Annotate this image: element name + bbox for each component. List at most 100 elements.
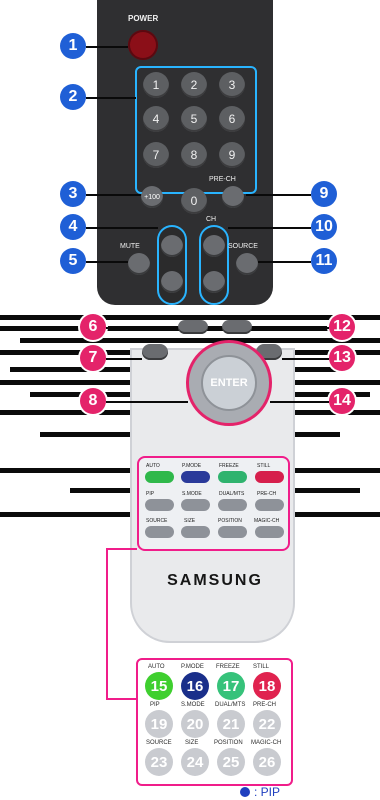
callout-5: 5 [60,248,86,274]
plus-100-button[interactable]: +100 [141,186,163,208]
plus-100-label: +100 [144,193,160,201]
prech-mini-button[interactable] [255,499,284,511]
channel-up-button[interactable] [203,235,225,257]
legend-cap-smode: S.MODE [181,702,205,708]
magicch-button[interactable] [255,526,284,538]
callout-14: 14 [329,388,355,414]
menu-button[interactable] [178,320,208,334]
callout-7: 7 [80,345,106,371]
legend-num-26: 26 [253,748,281,776]
power-button[interactable] [128,30,158,60]
callout-9: 9 [311,181,337,207]
mini-label-prech: PRE-CH [257,491,277,497]
number-pad: 1 2 3 4 5 6 7 8 9 [143,72,247,184]
legend-cap-freeze: FREEZE [216,664,240,670]
pip-button[interactable] [145,499,174,511]
source-label: SOURCE [228,243,258,250]
pip-legend-text: : PIP [254,785,281,799]
still-button[interactable] [255,471,284,483]
legend-panel: AUTO P.MODE FREEZE STILL 15 16 17 18 PIP… [136,658,293,786]
legend-num-19: 19 [145,710,173,738]
legend-num-22: 22 [253,710,281,738]
mute-button[interactable] [128,253,150,275]
legend-num-16: 16 [181,672,209,700]
callout-6: 6 [80,314,106,340]
legend-num-15: 15 [145,672,173,700]
callout-1: 1 [60,33,86,59]
function-button-grid: AUTO P.MODE FREEZE STILL PIP S.MODE DUAL… [137,456,290,551]
pmode-button[interactable] [181,471,210,483]
legend-cap-prech: PRE-CH [253,702,277,708]
legend-num-17: 17 [217,672,245,700]
num-button-0[interactable]: 0 [181,188,207,214]
callout-11: 11 [311,248,337,274]
smode-button[interactable] [181,499,210,511]
num-button-3[interactable]: 3 [219,72,245,98]
num-button-4[interactable]: 4 [143,106,169,132]
legend-num-24: 24 [181,748,209,776]
num-button-1[interactable]: 1 [143,72,169,98]
legend-num-20: 20 [181,710,209,738]
enter-label: ENTER [210,377,248,389]
mini-label-smode: S.MODE [182,491,202,497]
legend-cap-position: POSITION [214,740,243,746]
pre-ch-label: PRE-CH [209,176,236,183]
enter-button[interactable]: ENTER [201,355,257,411]
volume-up-button[interactable] [161,235,183,257]
mini-label-source: SOURCE [146,518,168,524]
callout-8: 8 [80,388,106,414]
channel-down-button[interactable] [203,271,225,293]
volume-rocker [157,225,187,305]
channel-rocker [199,225,229,305]
legend-cap-pmode: P.MODE [181,664,204,670]
mini-label-dualmts: DUAL/MTS [219,491,245,497]
source-button[interactable] [236,253,258,275]
auto-button[interactable] [145,471,174,483]
legend-cap-still: STILL [253,664,270,670]
callout-4: 4 [60,214,86,240]
mini-label-size: SIZE [184,518,196,524]
num-button-6[interactable]: 6 [219,106,245,132]
legend-num-23: 23 [145,748,173,776]
legend-cap-size: SIZE [185,740,199,746]
position-button[interactable] [218,526,247,538]
num-button-2[interactable]: 2 [181,72,207,98]
callout-13: 13 [329,345,355,371]
mini-label-position: POSITION [218,518,242,524]
freeze-button[interactable] [218,471,247,483]
size-button[interactable] [181,526,210,538]
samsung-logo: SAMSUNG [167,572,263,589]
num-button-8[interactable]: 8 [181,142,207,168]
callout-10: 10 [311,214,337,240]
legend-cap-dualmts: DUAL/MTS [215,702,246,708]
legend-cap-pip: PIP [150,702,160,708]
mute-label: MUTE [120,243,140,250]
legend-cap-magicch: MAGIC-CH [251,740,282,746]
mini-label-freeze: FREEZE [219,463,239,469]
exit-button[interactable] [222,320,252,334]
mini-label-auto: AUTO [146,463,160,469]
legend-cap-auto: AUTO [148,664,165,670]
mini-label-magicch: MAGIC-CH [254,518,280,524]
num-button-9[interactable]: 9 [219,142,245,168]
channel-label: CH [206,216,217,223]
mini-label-still: STILL [257,463,271,469]
pre-ch-button[interactable] [222,186,244,208]
legend-num-25: 25 [217,748,245,776]
legend-num-21: 21 [217,710,245,738]
dualmts-button[interactable] [218,499,247,511]
callout-12: 12 [329,314,355,340]
callout-2: 2 [60,84,86,110]
left-side-button[interactable] [142,344,168,360]
pip-dot-icon [240,787,250,797]
legend-num-18: 18 [253,672,281,700]
mini-label-pip: PIP [146,491,155,497]
num-button-5[interactable]: 5 [181,106,207,132]
volume-down-button[interactable] [161,271,183,293]
power-label: POWER [128,14,159,23]
source-mini-button[interactable] [145,526,174,538]
mini-label-pmode: P.MODE [182,463,202,469]
callout-3: 3 [60,181,86,207]
num-button-7[interactable]: 7 [143,142,169,168]
legend-cap-source: SOURCE [146,740,172,746]
